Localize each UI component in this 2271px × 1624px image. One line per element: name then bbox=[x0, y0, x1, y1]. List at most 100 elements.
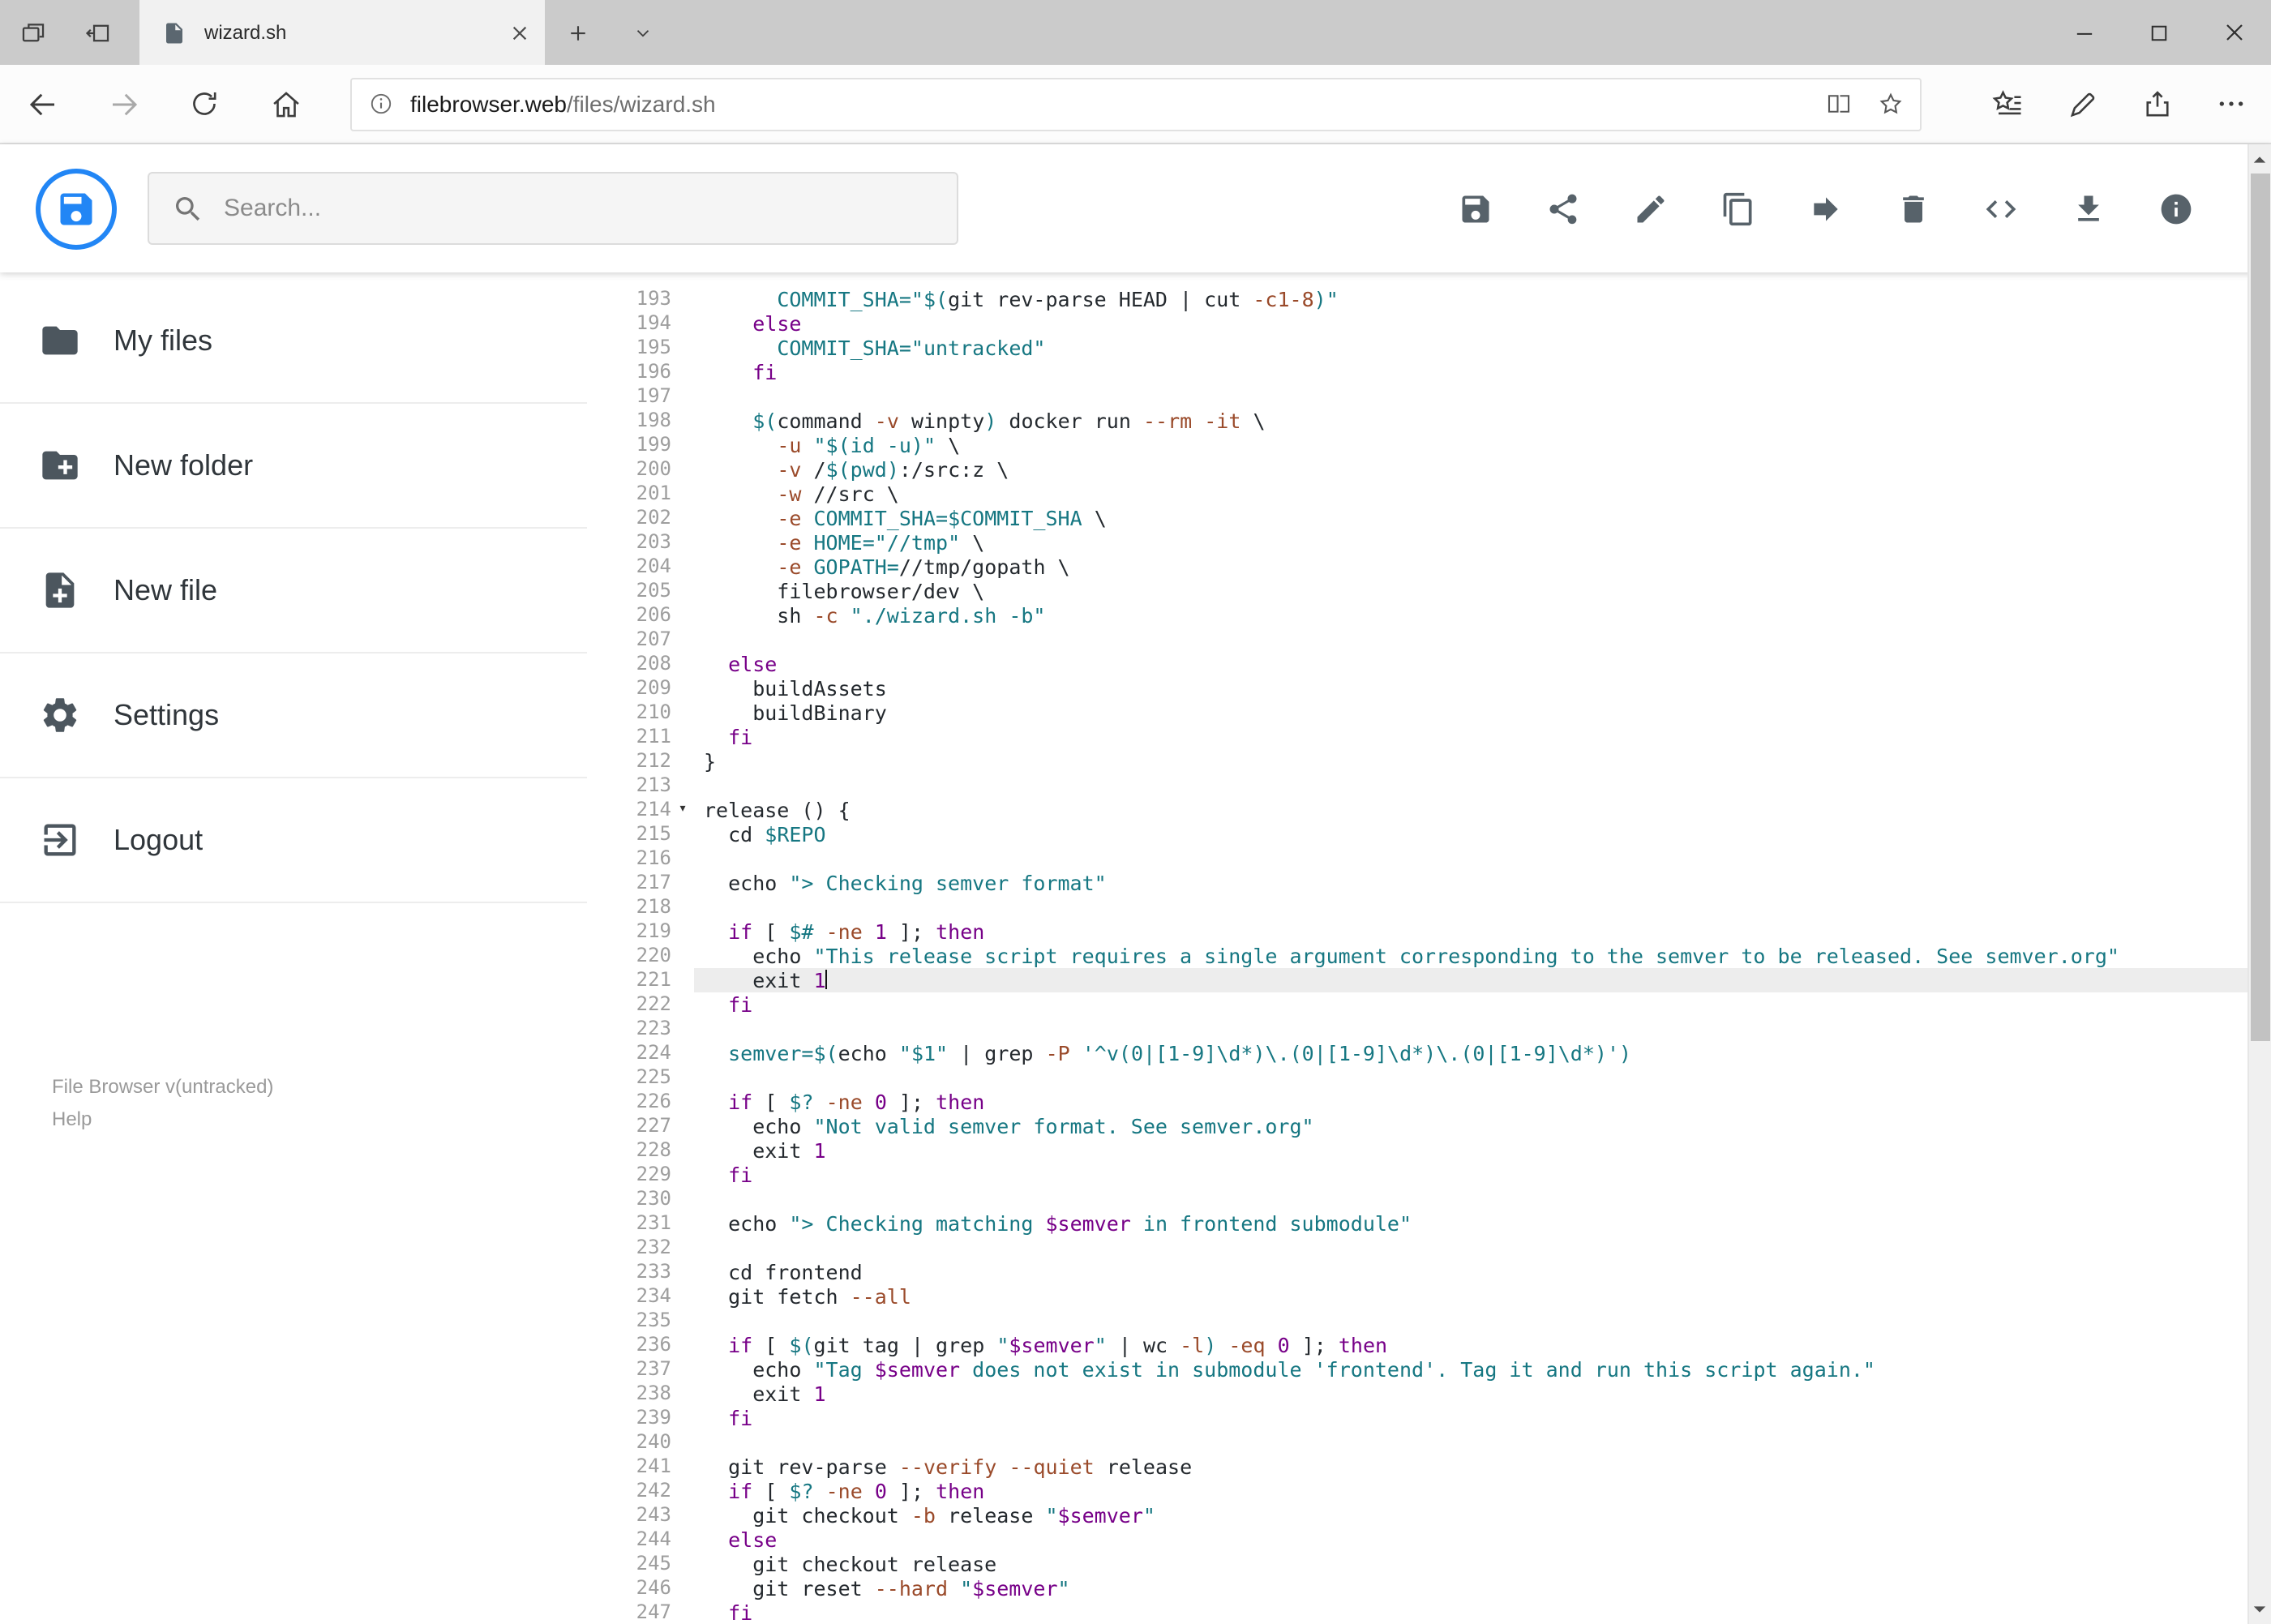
code-line[interactable]: 195 COMMIT_SHA="untracked" bbox=[587, 336, 2271, 360]
new-tab-button[interactable] bbox=[545, 0, 610, 65]
scroll-down-button[interactable] bbox=[2248, 1596, 2271, 1622]
code-line[interactable]: 207 bbox=[587, 628, 2271, 652]
code-line[interactable]: 226 if [ $? -ne 0 ]; then bbox=[587, 1090, 2271, 1114]
code-line[interactable]: 209 buildAssets bbox=[587, 676, 2271, 701]
code-line[interactable]: 216 bbox=[587, 846, 2271, 871]
code-line[interactable]: 202 -e COMMIT_SHA=$COMMIT_SHA \ bbox=[587, 506, 2271, 530]
code-line[interactable]: 206 sh -c "./wizard.sh -b" bbox=[587, 603, 2271, 628]
search-input[interactable] bbox=[224, 195, 934, 222]
code-line[interactable]: 221 exit 1 bbox=[587, 968, 2271, 992]
code-line[interactable]: 244 else bbox=[587, 1528, 2271, 1552]
code-line[interactable]: 203 -e HOME="//tmp" \ bbox=[587, 530, 2271, 555]
code-line[interactable]: 224 semver=$(echo "$1" | grep -P '^v(0|[… bbox=[587, 1041, 2271, 1065]
code-line[interactable]: 239 fi bbox=[587, 1406, 2271, 1430]
filebrowser-logo[interactable] bbox=[36, 168, 117, 249]
code-line[interactable]: 197 bbox=[587, 384, 2271, 409]
download-button[interactable] bbox=[2070, 191, 2106, 226]
code-line[interactable]: 237 echo "Tag $semver does not exist in … bbox=[587, 1357, 2271, 1382]
code-line[interactable]: 240 bbox=[587, 1430, 2271, 1455]
code-line[interactable]: 215 cd $REPO bbox=[587, 822, 2271, 846]
more-options-button[interactable] bbox=[2214, 88, 2247, 120]
code-line[interactable]: 198 $(command -v winpty) docker run --rm… bbox=[587, 409, 2271, 433]
save-button[interactable] bbox=[1457, 191, 1493, 226]
url-text[interactable]: filebrowser.web/files/wizard.sh bbox=[410, 91, 1823, 117]
code-line[interactable]: 247 fi bbox=[587, 1600, 2271, 1624]
fold-marker-icon[interactable]: ▾ bbox=[671, 798, 694, 822]
sidebar-item-settings[interactable]: Settings bbox=[0, 653, 587, 778]
code-line[interactable]: 214 ▾ release () { bbox=[587, 798, 2271, 822]
rename-button[interactable] bbox=[1632, 191, 1668, 226]
tab-list-button[interactable] bbox=[610, 0, 675, 65]
set-tabs-aside[interactable] bbox=[65, 0, 130, 65]
code-line[interactable]: 228 exit 1 bbox=[587, 1138, 2271, 1163]
tab-close-button[interactable] bbox=[511, 24, 529, 41]
help-link[interactable]: Help bbox=[52, 1103, 273, 1135]
maximize-button[interactable] bbox=[2122, 0, 2196, 65]
sidebar-item-my-files[interactable]: My files bbox=[0, 279, 587, 404]
code-line[interactable]: 208 else bbox=[587, 652, 2271, 676]
favorite-star-icon[interactable] bbox=[1875, 89, 1905, 118]
code-line[interactable]: 235 bbox=[587, 1309, 2271, 1333]
code-line[interactable]: 232 bbox=[587, 1236, 2271, 1260]
code-line[interactable]: 231 echo "> Checking matching $semver in… bbox=[587, 1211, 2271, 1236]
code-line[interactable]: 222 fi bbox=[587, 992, 2271, 1017]
code-line[interactable]: 217 echo "> Checking semver format" bbox=[587, 871, 2271, 895]
info-button[interactable] bbox=[2157, 191, 2193, 226]
browser-tab[interactable]: wizard.sh bbox=[139, 0, 545, 65]
address-bar[interactable]: filebrowser.web/files/wizard.sh bbox=[350, 77, 1921, 131]
code-line[interactable]: 243 git checkout -b release "$semver" bbox=[587, 1503, 2271, 1528]
code-line[interactable]: 233 cd frontend bbox=[587, 1260, 2271, 1284]
tab-preview-toggle[interactable] bbox=[0, 0, 65, 65]
close-button[interactable] bbox=[2196, 0, 2271, 65]
code-editor[interactable]: 193 COMMIT_SHA="$(git rev-parse HEAD | c… bbox=[587, 272, 2271, 1624]
code-line[interactable]: 219 if [ $# -ne 1 ]; then bbox=[587, 919, 2271, 944]
code-line[interactable]: 223 bbox=[587, 1017, 2271, 1041]
web-note-button[interactable] bbox=[2065, 87, 2099, 121]
sidebar-item-new-file[interactable]: New file bbox=[0, 529, 587, 653]
code-line[interactable]: 245 git checkout release bbox=[587, 1552, 2271, 1576]
code-line[interactable]: 193 COMMIT_SHA="$(git rev-parse HEAD | c… bbox=[587, 287, 2271, 311]
code-line[interactable]: 205 filebrowser/dev \ bbox=[587, 579, 2271, 603]
code-line[interactable]: 229 fi bbox=[587, 1163, 2271, 1187]
code-line[interactable]: 212} bbox=[587, 749, 2271, 773]
code-line[interactable]: 210 buildBinary bbox=[587, 701, 2271, 725]
code-line[interactable]: 200 -v /$(pwd):/src:z \ bbox=[587, 457, 2271, 482]
copy-button[interactable] bbox=[1720, 191, 1755, 226]
scroll-up-button[interactable] bbox=[2248, 146, 2271, 172]
code-line[interactable]: 242 if [ $? -ne 0 ]; then bbox=[587, 1479, 2271, 1503]
code-line[interactable]: 199 -u "$(id -u)" \ bbox=[587, 433, 2271, 457]
delete-button[interactable] bbox=[1895, 191, 1930, 226]
share-button[interactable] bbox=[2140, 87, 2174, 121]
code-line[interactable]: 227 echo "Not valid semver format. See s… bbox=[587, 1114, 2271, 1138]
sidebar-item-logout[interactable]: Logout bbox=[0, 778, 587, 903]
code-line[interactable]: 194 else bbox=[587, 311, 2271, 336]
code-line[interactable]: 218 bbox=[587, 895, 2271, 919]
site-info-icon[interactable] bbox=[368, 91, 394, 117]
code-line[interactable]: 211 fi bbox=[587, 725, 2271, 749]
code-line[interactable]: 201 -w //src \ bbox=[587, 482, 2271, 506]
code-line[interactable]: 230 bbox=[587, 1187, 2271, 1211]
share-button[interactable] bbox=[1545, 191, 1580, 226]
move-button[interactable] bbox=[1807, 191, 1843, 226]
home-button[interactable] bbox=[253, 65, 318, 143]
code-line[interactable]: 241 git rev-parse --verify --quiet relea… bbox=[587, 1455, 2271, 1479]
code-line[interactable]: 225 bbox=[587, 1065, 2271, 1090]
page-scrollbar[interactable] bbox=[2247, 144, 2271, 1624]
favorites-hub-button[interactable] bbox=[1989, 86, 2025, 122]
reading-view-icon[interactable] bbox=[1823, 89, 1853, 118]
back-button[interactable] bbox=[10, 65, 75, 143]
forward-button[interactable] bbox=[91, 65, 156, 143]
code-line[interactable]: 246 git reset --hard "$semver" bbox=[587, 1576, 2271, 1600]
refresh-button[interactable] bbox=[172, 65, 237, 143]
sidebar-item-new-folder[interactable]: New folder bbox=[0, 404, 587, 529]
scrollbar-thumb[interactable] bbox=[2250, 174, 2269, 1041]
code-line[interactable]: 204 -e GOPATH=//tmp/gopath \ bbox=[587, 555, 2271, 579]
code-line[interactable]: 220 echo "This release script requires a… bbox=[587, 944, 2271, 968]
code-line[interactable]: 236 if [ $(git tag | grep "$semver" | wc… bbox=[587, 1333, 2271, 1357]
code-line[interactable]: 196 fi bbox=[587, 360, 2271, 384]
code-line[interactable]: 234 git fetch --all bbox=[587, 1284, 2271, 1309]
code-line[interactable]: 213 bbox=[587, 773, 2271, 798]
code-line[interactable]: 238 exit 1 bbox=[587, 1382, 2271, 1406]
search-box[interactable] bbox=[148, 172, 958, 245]
raw-view-button[interactable] bbox=[1982, 191, 2018, 226]
